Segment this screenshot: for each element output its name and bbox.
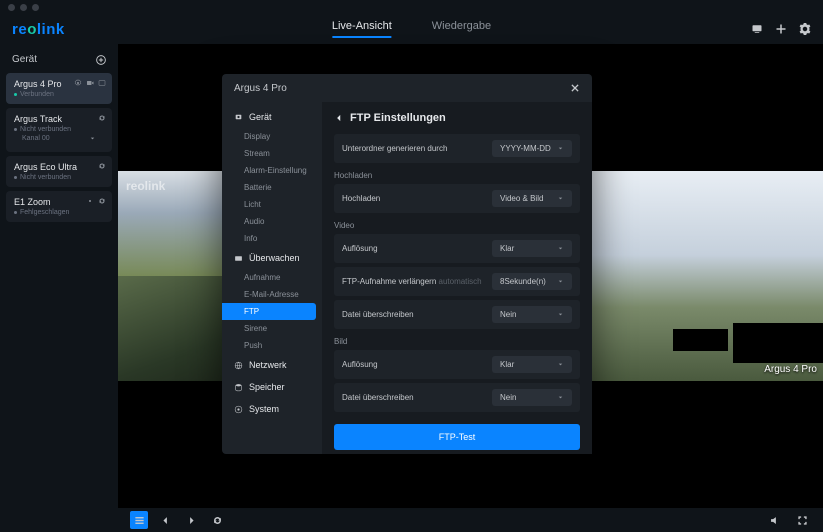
row-img-overwrite: Datei überschreiben Nein: [334, 383, 580, 412]
select-subfolder[interactable]: YYYY-MM-DD: [492, 140, 572, 157]
group-upload: Hochladen: [334, 171, 580, 180]
device-item[interactable]: Argus Eco Ultra Nicht verbunden: [6, 156, 112, 187]
row-subfolder: Unterordner generieren durch YYYY-MM-DD: [334, 134, 580, 163]
pane-title: FTP Einstellungen: [350, 112, 446, 124]
select-resolution[interactable]: Klar: [492, 240, 572, 257]
row-upload: Hochladen Video & Bild: [334, 184, 580, 213]
device-item[interactable]: E1 Zoom Fehlgeschlagen: [6, 191, 112, 222]
stream-icon[interactable]: [86, 79, 94, 87]
sidebar-title: Gerät: [12, 54, 37, 65]
traffic-light-close[interactable]: [8, 4, 15, 11]
device-sidebar: Gerät Argus 4 Pro Verbunden Argus Track …: [0, 44, 118, 508]
device-item[interactable]: Argus 4 Pro Verbunden: [6, 73, 112, 104]
nav-item-siren[interactable]: Sirene: [222, 320, 322, 337]
nav-section-network[interactable]: Netzwerk: [222, 354, 322, 376]
row-resolution: Auflösung Klar: [334, 234, 580, 263]
settings-icon[interactable]: [799, 23, 811, 35]
nav-item-alarm[interactable]: Alarm-Einstellung: [222, 162, 322, 179]
row-overwrite: Datei überschreiben Nein: [334, 300, 580, 329]
select-overwrite[interactable]: Nein: [492, 306, 572, 323]
app-header: reolink Live-Ansicht Wiedergabe: [0, 14, 823, 44]
nav-item-battery[interactable]: Batterie: [222, 179, 322, 196]
back-icon[interactable]: [334, 113, 344, 123]
row-extend: FTP-Aufnahme verlängern automatisch 8Sek…: [334, 267, 580, 296]
add-icon[interactable]: [96, 55, 106, 65]
refresh-button[interactable]: [208, 511, 226, 529]
refresh-icon[interactable]: [98, 162, 106, 170]
select-img-overwrite[interactable]: Nein: [492, 389, 572, 406]
nav-item-audio[interactable]: Audio: [222, 213, 322, 230]
nav-item-light[interactable]: Licht: [222, 196, 322, 213]
row-img-resolution: Auflösung Klar: [334, 350, 580, 379]
settings-modal: Argus 4 Pro Gerät Display Stream Alarm-E…: [222, 74, 592, 454]
nav-item-push[interactable]: Push: [222, 337, 322, 354]
brand-logo: reolink: [12, 21, 65, 38]
player-toolbar: [0, 508, 823, 532]
select-upload[interactable]: Video & Bild: [492, 190, 572, 207]
volume-button[interactable]: [765, 511, 783, 529]
traffic-light-min[interactable]: [20, 4, 27, 11]
layout-button[interactable]: [130, 511, 148, 529]
gear-icon[interactable]: [86, 197, 94, 205]
prev-button[interactable]: [156, 511, 174, 529]
ftp-test-button[interactable]: FTP-Test: [334, 424, 580, 450]
nav-item-record[interactable]: Aufnahme: [222, 269, 322, 286]
chevron-down-icon[interactable]: [89, 135, 96, 142]
group-video: Video: [334, 221, 580, 230]
nav-section-storage[interactable]: Speicher: [222, 376, 322, 398]
modal-title: Argus 4 Pro: [234, 83, 287, 94]
nav-section-device[interactable]: Gerät: [222, 106, 322, 128]
next-button[interactable]: [182, 511, 200, 529]
view-icon[interactable]: [98, 79, 106, 87]
window-titlebar: [0, 0, 823, 14]
device-item[interactable]: Argus Track Nicht verbunden Kanal 00: [6, 108, 112, 152]
tab-playback[interactable]: Wiedergabe: [432, 20, 491, 38]
nav-section-monitor[interactable]: Überwachen: [222, 247, 322, 269]
refresh-icon[interactable]: [98, 114, 106, 122]
refresh-icon[interactable]: [98, 197, 106, 205]
nav-section-system[interactable]: System: [222, 398, 322, 420]
close-icon[interactable]: [570, 83, 580, 93]
feed-label: Argus 4 Pro: [764, 364, 817, 375]
settings-pane: FTP Einstellungen Unterordner generieren…: [322, 102, 592, 454]
nav-item-display[interactable]: Display: [222, 128, 322, 145]
camera-feed[interactable]: Argus 4 Pro: [588, 171, 823, 381]
gear-icon[interactable]: [74, 79, 82, 87]
group-image: Bild: [334, 337, 580, 346]
traffic-light-max[interactable]: [32, 4, 39, 11]
tab-live-view[interactable]: Live-Ansicht: [332, 20, 392, 38]
nav-item-stream[interactable]: Stream: [222, 145, 322, 162]
client-icon[interactable]: [751, 23, 763, 35]
nav-item-email[interactable]: E-Mail-Adresse: [222, 286, 322, 303]
fullscreen-button[interactable]: [793, 511, 811, 529]
nav-item-info[interactable]: Info: [222, 230, 322, 247]
settings-nav: Gerät Display Stream Alarm-Einstellung B…: [222, 102, 322, 454]
add-device-icon[interactable]: [775, 23, 787, 35]
nav-item-ftp[interactable]: FTP: [222, 303, 316, 320]
select-img-resolution[interactable]: Klar: [492, 356, 572, 373]
select-extend[interactable]: 8Sekunde(n): [492, 273, 572, 290]
